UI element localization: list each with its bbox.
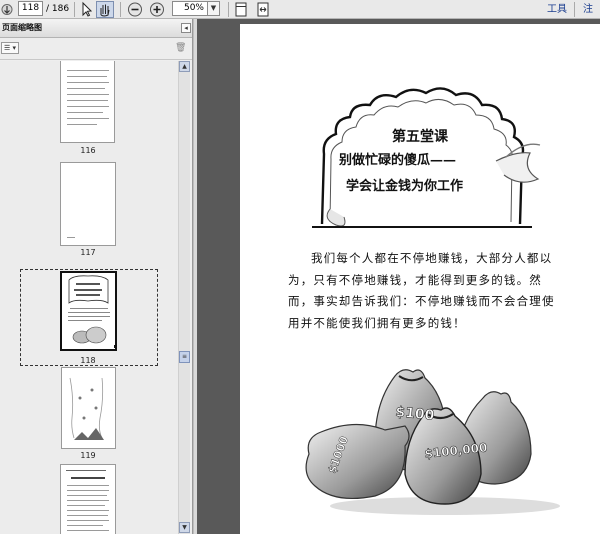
page-thumbnail[interactable] [61,367,116,449]
page-thumbnail[interactable] [60,464,116,534]
thumbnails-panel: 页面缩略图 ◂ ☰ ▾ 🗑 116 117 118 119 ▲ ≡ ▼ [0,19,193,534]
page-thumbnail[interactable] [60,162,116,246]
thumbnail-preview [69,377,104,440]
lesson-subtitle-line1: 别做忙碌的傻瓜—— [339,153,457,168]
panel-collapse-button[interactable]: ◂ [181,23,191,33]
scroll-up-button[interactable]: ▲ [179,61,190,72]
document-page: 第五堂课 别做忙碌的傻瓜—— 学会让金钱为你工作 我们每个人都在不停地赚钱，大部… [240,24,600,534]
scrollbar-thumb[interactable]: ≡ [179,351,190,363]
fit-width-icon[interactable] [256,1,270,18]
lesson-title: 第五堂课 [392,129,448,145]
thumbnail-options-button[interactable]: ☰ ▾ [1,42,19,54]
money-bags-illustration: $100 $100,000 $1000 [305,369,560,515]
toolbar-divider [74,2,75,17]
page-number-input[interactable]: 118 [18,1,43,16]
thumbnail-preview [68,275,117,348]
zoom-in-icon[interactable] [149,1,165,18]
scroll-down-button[interactable]: ▼ [179,522,190,533]
thumbnail-list[interactable]: 116 117 118 119 [0,61,178,534]
zoom-dropdown-button[interactable]: ▼ [208,1,220,16]
page-thumbnail[interactable] [60,61,115,143]
select-arrow-icon[interactable] [80,1,92,18]
page-thumbnail-selected[interactable] [60,271,117,351]
toolbar-divider [228,2,229,17]
document-view[interactable]: 第五堂课 别做忙碌的傻瓜—— 学会让金钱为你工作 我们每个人都在不停地赚钱，大部… [197,19,600,534]
comment-menu-button[interactable]: 注释 [583,1,600,32]
thumbnail-page-label: 118 [80,356,96,365]
pdf-reader-window: 118 / 186 50% ▼ 工具 注释 [0,0,600,534]
main-toolbar: 118 / 186 50% ▼ 工具 注释 [0,0,600,32]
delete-page-icon[interactable]: 🗑 [175,42,186,54]
intro-paragraph: 我们每个人都在不停地赚钱，大部分人都以为，只有不停地赚钱，才能得到更多的钱。然而… [288,251,555,330]
total-pages-label: / 186 [46,4,70,14]
toolbar-divider [574,2,575,17]
zoom-level-input[interactable]: 50% [172,1,208,16]
previous-page-icon[interactable] [1,1,13,18]
zoom-out-icon[interactable] [127,1,143,18]
thumbnail-page-label: 116 [80,146,96,155]
hand-tool-icon[interactable] [96,1,114,18]
thumbnail-scrollbar[interactable]: ▲ ≡ ▼ [178,61,190,534]
panel-header: 页面缩略图 ◂ [0,19,192,38]
toolbar-divider [120,2,121,17]
fit-page-icon[interactable] [234,1,248,18]
lesson-subtitle-line2: 学会让金钱为你工作 [346,179,464,194]
thumbnail-page-label: 117 [80,248,96,257]
panel-title: 页面缩略图 [2,23,42,32]
thumbnail-page-label: 119 [80,451,96,460]
panel-toolbar: ☰ ▾ 🗑 [0,38,192,60]
tools-menu-button[interactable]: 工具 [547,1,567,18]
